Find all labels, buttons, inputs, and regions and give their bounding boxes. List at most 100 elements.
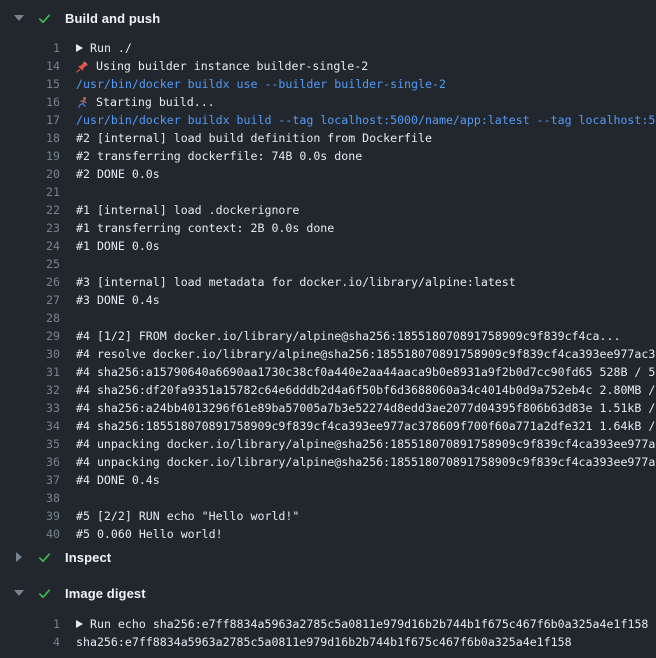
line-content: #3 [internal] load metadata for docker.i… xyxy=(76,273,516,291)
line-content: /usr/bin/docker buildx build --tag local… xyxy=(76,111,655,129)
workflow-log: Build and push 1 Run ./ 14 Using builder… xyxy=(0,4,656,651)
log-line: 32 #4 sha256:df20fa9351a15782c64e6dddb2d… xyxy=(0,381,656,399)
log-line: 18 #2 [internal] load build definition f… xyxy=(0,129,656,147)
line-number[interactable]: 31 xyxy=(0,363,60,381)
log-line: 36 #4 unpacking docker.io/library/alpine… xyxy=(0,453,656,471)
line-number[interactable]: 28 xyxy=(0,309,60,327)
log-line: 1 Run echo sha256:e7ff8834a5963a2785c5a0… xyxy=(0,615,656,633)
chevron-right-icon xyxy=(16,552,22,562)
log-line: 29 #4 [1/2] FROM docker.io/library/alpin… xyxy=(0,327,656,345)
log-text: #3 [internal] load metadata for docker.i… xyxy=(76,273,516,291)
line-number[interactable]: 38 xyxy=(0,489,60,507)
line-number[interactable]: 20 xyxy=(0,165,60,183)
section-lines: 1 Run ./ 14 Using builder instance build… xyxy=(0,39,656,543)
line-number[interactable]: 14 xyxy=(0,57,60,75)
line-number[interactable]: 15 xyxy=(0,75,60,93)
section-header[interactable]: Build and push xyxy=(0,4,656,32)
log-line: 40 #5 0.060 Hello world! xyxy=(0,525,656,543)
log-text: #2 DONE 0.0s xyxy=(76,165,160,183)
expand-line-icon[interactable] xyxy=(76,44,83,52)
line-content: #4 resolve docker.io/library/alpine@sha2… xyxy=(76,345,655,363)
log-line: 28 xyxy=(0,309,656,327)
line-content: #5 0.060 Hello world! xyxy=(76,525,223,543)
line-number[interactable]: 26 xyxy=(0,273,60,291)
log-text: #1 transferring context: 2B 0.0s done xyxy=(76,219,334,237)
log-line: 30 #4 resolve docker.io/library/alpine@s… xyxy=(0,345,656,363)
line-number[interactable]: 19 xyxy=(0,147,60,165)
log-line: 38 xyxy=(0,489,656,507)
line-number[interactable]: 34 xyxy=(0,417,60,435)
line-number[interactable]: 29 xyxy=(0,327,60,345)
line-number[interactable]: 27 xyxy=(0,291,60,309)
log-text: /usr/bin/docker buildx build --tag local… xyxy=(76,111,655,129)
log-line: 31 #4 sha256:a15790640a6690aa1730c38cf0a… xyxy=(0,363,656,381)
line-content: #5 [2/2] RUN echo "Hello world!" xyxy=(76,507,299,525)
line-content: #3 DONE 0.4s xyxy=(76,291,160,309)
line-number[interactable]: 25 xyxy=(0,255,60,273)
caret-box xyxy=(13,552,24,562)
log-text: #3 DONE 0.4s xyxy=(76,291,160,309)
section-title: Inspect xyxy=(65,550,111,565)
log-text: #5 [2/2] RUN echo "Hello world!" xyxy=(76,507,299,525)
log-line: 23 #1 transferring context: 2B 0.0s done xyxy=(0,219,656,237)
section-lines: 1 Run echo sha256:e7ff8834a5963a2785c5a0… xyxy=(0,615,656,651)
log-text: Using builder instance builder-single-2 xyxy=(96,57,368,75)
line-content: #4 unpacking docker.io/library/alpine@sh… xyxy=(76,435,655,453)
line-number[interactable]: 4 xyxy=(0,633,60,651)
log-section-image-digest: Image digest 1 Run echo sha256:e7ff8834a… xyxy=(0,571,656,651)
log-section-build-and-push: Build and push 1 Run ./ 14 Using builder… xyxy=(0,4,656,543)
caret-box xyxy=(13,590,24,596)
log-line: 37 #4 DONE 0.4s xyxy=(0,471,656,489)
line-number[interactable]: 32 xyxy=(0,381,60,399)
log-line: 39 #5 [2/2] RUN echo "Hello world!" xyxy=(0,507,656,525)
log-text: Run echo sha256:e7ff8834a5963a2785c5a081… xyxy=(90,615,648,633)
line-number[interactable]: 21 xyxy=(0,183,60,201)
line-number[interactable]: 16 xyxy=(0,93,60,111)
log-text: #4 [1/2] FROM docker.io/library/alpine@s… xyxy=(76,327,620,345)
log-text: #4 sha256:a24bb4013296f61e89ba57005a7b3e… xyxy=(76,399,655,417)
runner-icon xyxy=(76,95,90,109)
log-line: 19 #2 transferring dockerfile: 74B 0.0s … xyxy=(0,147,656,165)
log-line: 22 #1 [internal] load .dockerignore xyxy=(0,201,656,219)
line-content: #4 sha256:a24bb4013296f61e89ba57005a7b3e… xyxy=(76,399,655,417)
log-text: #1 DONE 0.0s xyxy=(76,237,160,255)
line-number[interactable]: 30 xyxy=(0,345,60,363)
log-text: #2 transferring dockerfile: 74B 0.0s don… xyxy=(76,147,362,165)
log-text: #5 0.060 Hello world! xyxy=(76,525,223,543)
line-content: /usr/bin/docker buildx use --builder bui… xyxy=(76,75,446,93)
line-content: #1 DONE 0.0s xyxy=(76,237,160,255)
check-icon xyxy=(37,586,52,601)
log-text: #4 unpacking docker.io/library/alpine@sh… xyxy=(76,435,655,453)
section-header[interactable]: Image digest xyxy=(0,579,656,607)
line-number[interactable]: 17 xyxy=(0,111,60,129)
log-line: 4 sha256:e7ff8834a5963a2785c5a0811e979d1… xyxy=(0,633,656,651)
log-text: sha256:e7ff8834a5963a2785c5a0811e979d16b… xyxy=(76,633,572,651)
log-text: #2 [internal] load build definition from… xyxy=(76,129,432,147)
expand-line-icon[interactable] xyxy=(76,620,83,628)
line-number[interactable]: 24 xyxy=(0,237,60,255)
line-number[interactable]: 39 xyxy=(0,507,60,525)
line-number[interactable]: 37 xyxy=(0,471,60,489)
line-content: #4 DONE 0.4s xyxy=(76,471,160,489)
line-number[interactable]: 40 xyxy=(0,525,60,543)
line-number[interactable]: 1 xyxy=(0,39,60,57)
line-number[interactable]: 22 xyxy=(0,201,60,219)
line-content: Using builder instance builder-single-2 xyxy=(76,57,368,75)
log-line: 17 /usr/bin/docker buildx build --tag lo… xyxy=(0,111,656,129)
chevron-down-icon xyxy=(14,590,24,596)
line-content: Run echo sha256:e7ff8834a5963a2785c5a081… xyxy=(76,615,648,633)
line-content: #4 unpacking docker.io/library/alpine@sh… xyxy=(76,453,655,471)
line-number[interactable]: 35 xyxy=(0,435,60,453)
line-number[interactable]: 36 xyxy=(0,453,60,471)
line-number[interactable]: 33 xyxy=(0,399,60,417)
line-number[interactable]: 18 xyxy=(0,129,60,147)
log-text: #4 sha256:185518070891758909c9f839cf4ca3… xyxy=(76,417,655,435)
section-title: Build and push xyxy=(65,11,160,26)
line-content: #2 [internal] load build definition from… xyxy=(76,129,432,147)
line-number[interactable]: 1 xyxy=(0,615,60,633)
log-line: 25 xyxy=(0,255,656,273)
section-header[interactable]: Inspect xyxy=(0,543,656,571)
log-line: 24 #1 DONE 0.0s xyxy=(0,237,656,255)
line-number[interactable]: 23 xyxy=(0,219,60,237)
section-title: Image digest xyxy=(65,586,146,601)
